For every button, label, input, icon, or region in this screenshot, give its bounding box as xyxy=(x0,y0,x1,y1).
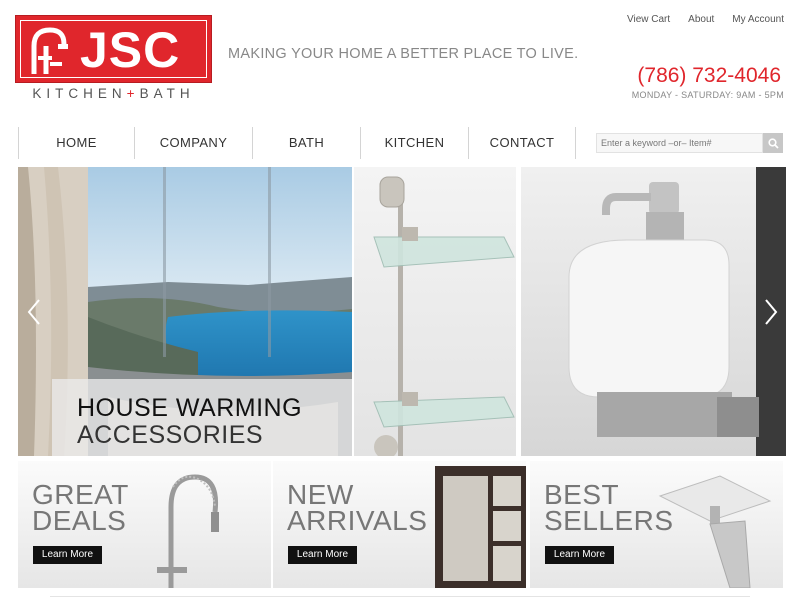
learn-more-button-deals[interactable]: Learn More xyxy=(33,546,102,564)
hero-glass-shelf-image xyxy=(354,167,516,456)
business-hours: MONDAY - SATURDAY: 9AM - 5PM xyxy=(631,90,784,100)
top-links: View Cart About My Account xyxy=(627,14,784,25)
main-nav: HOME COMPANY BATH KITCHEN CONTACT xyxy=(18,127,576,159)
logo-red-box: JSC xyxy=(15,15,212,83)
phone-number[interactable]: (786) 732-4046 xyxy=(637,64,781,88)
site-logo[interactable]: JSC KITCHEN+BATH xyxy=(15,15,212,102)
tagline: MAKING YOUR HOME A BETTER PLACE TO LIVE. xyxy=(228,46,579,62)
cabinet-icon xyxy=(435,466,526,588)
nav-item-company[interactable]: COMPANY xyxy=(134,127,252,159)
page: JSC KITCHEN+BATH MAKING YOUR HOME A BETT… xyxy=(0,0,801,607)
search-input[interactable] xyxy=(596,133,763,153)
promo-new-arrivals-line2: ARRIVALS xyxy=(287,505,428,536)
learn-more-button-sellers[interactable]: Learn More xyxy=(545,546,614,564)
faucet-logo-icon xyxy=(31,27,68,74)
hero-subtitle: ACCESSORIES xyxy=(77,421,264,449)
nav-item-contact[interactable]: CONTACT xyxy=(468,127,576,159)
about-link[interactable]: About xyxy=(688,14,714,25)
nav-item-bath[interactable]: BATH xyxy=(252,127,360,159)
logo-letters: JSC xyxy=(80,22,181,78)
footer-divider xyxy=(50,596,750,597)
promo-best-sellers[interactable]: BEST SELLERS Learn More xyxy=(530,461,783,588)
learn-more-button-arrivals[interactable]: Learn More xyxy=(288,546,357,564)
slider-next-arrow-icon[interactable] xyxy=(763,298,779,326)
promo-great-deals[interactable]: GREAT DEALS Learn More xyxy=(18,461,271,588)
search-box xyxy=(596,133,783,153)
kitchen-faucet-icon xyxy=(157,474,219,588)
search-button[interactable] xyxy=(763,133,783,153)
hero-slider[interactable]: HOUSE WARMING ACCESSORIES xyxy=(18,167,786,456)
slider-prev-arrow-icon[interactable] xyxy=(26,298,42,326)
logo-subtitle: KITCHEN+BATH xyxy=(32,86,195,101)
view-cart-link[interactable]: View Cart xyxy=(627,14,670,25)
hero-soap-dispenser-image xyxy=(521,167,786,456)
nav-item-home[interactable]: HOME xyxy=(18,127,134,159)
search-icon xyxy=(767,137,779,149)
hero-title: HOUSE WARMING xyxy=(77,394,303,422)
promo-great-deals-line2: DEALS xyxy=(32,505,127,536)
my-account-link[interactable]: My Account xyxy=(732,14,784,25)
promo-best-sellers-line2: SELLERS xyxy=(544,505,674,536)
nav-item-kitchen[interactable]: KITCHEN xyxy=(360,127,468,159)
promo-new-arrivals[interactable]: NEW ARRIVALS Learn More xyxy=(273,461,526,588)
